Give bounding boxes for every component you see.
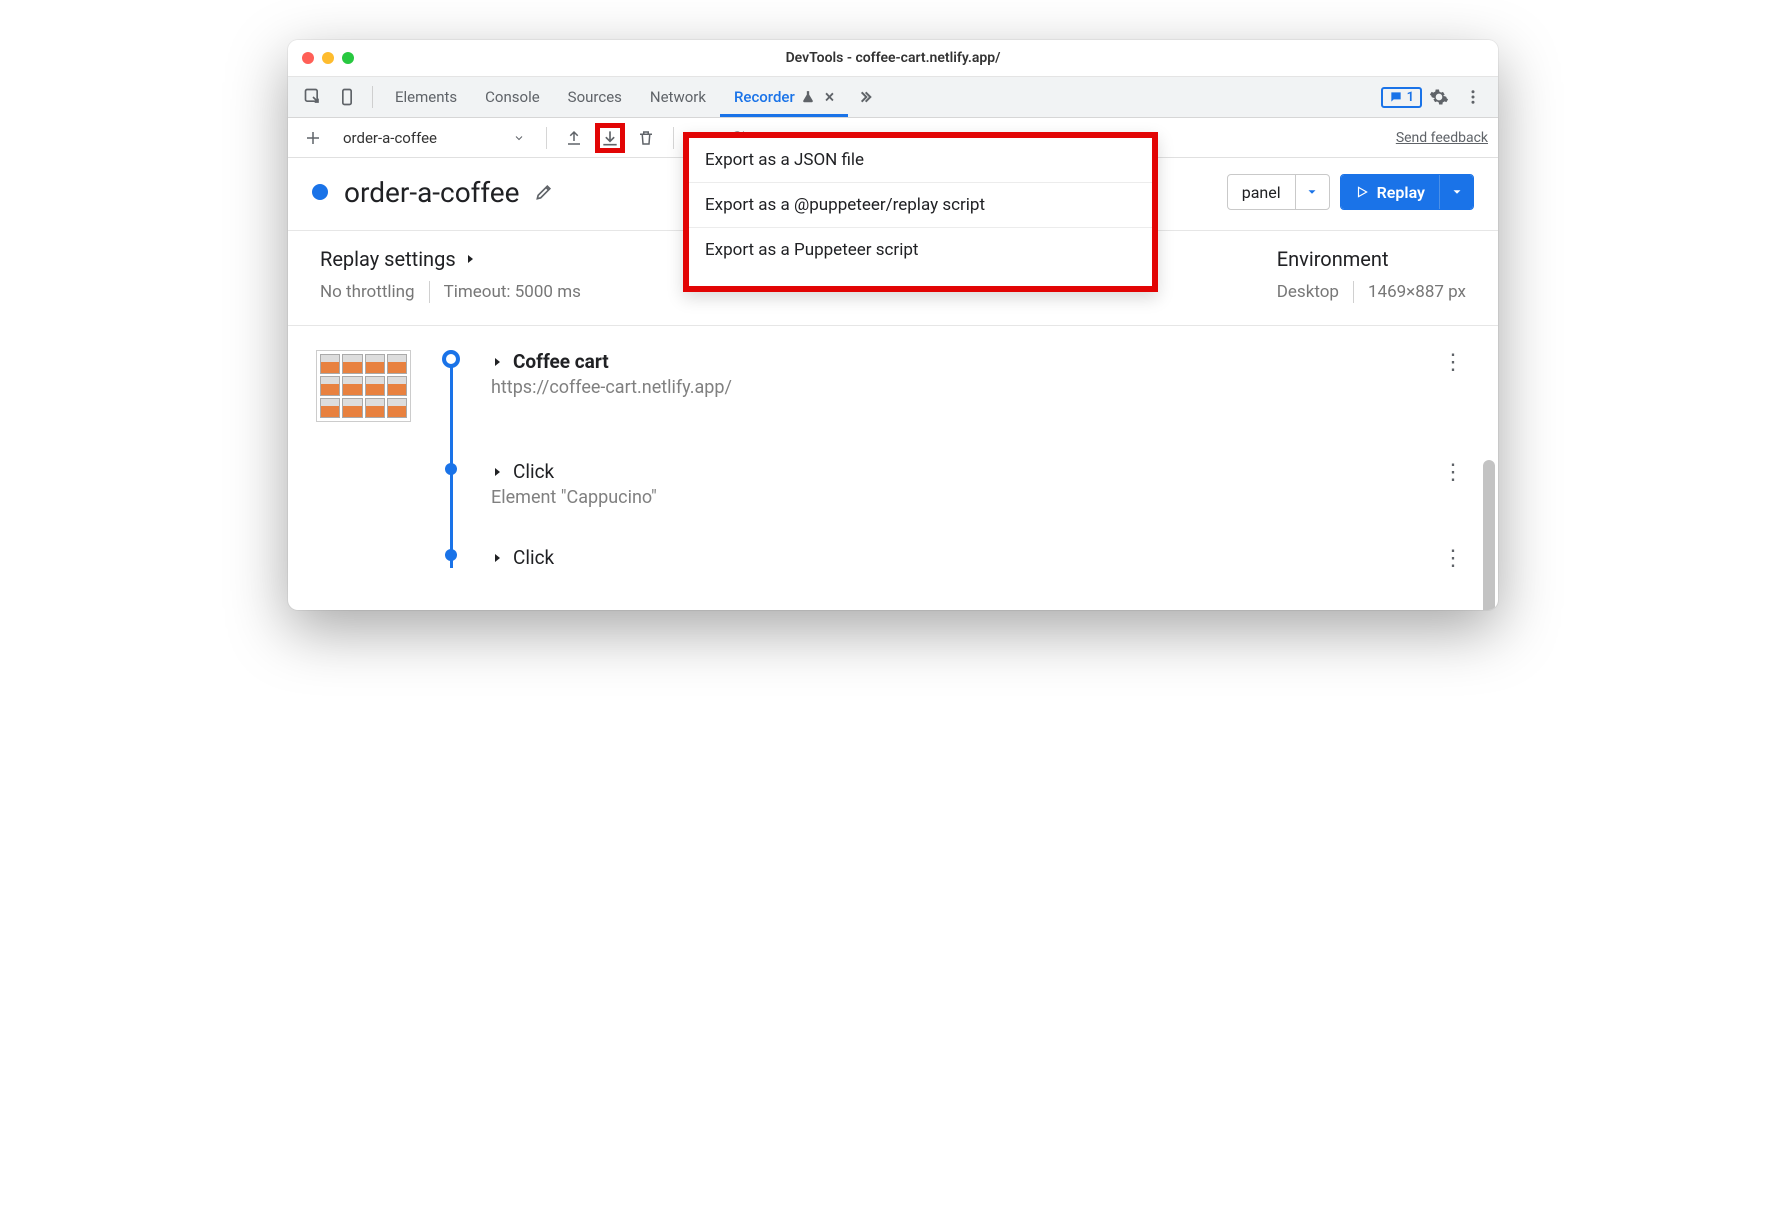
messages-badge[interactable]: 1 xyxy=(1381,87,1422,108)
timeline xyxy=(439,460,463,508)
step-row: Click Element "Cappucino" ⋮ xyxy=(316,460,1470,508)
timeline xyxy=(439,350,463,422)
step-title: Click xyxy=(513,460,554,483)
divider xyxy=(1353,281,1354,303)
chevron-right-icon xyxy=(464,253,476,265)
messages-count: 1 xyxy=(1407,90,1414,105)
step-subtitle: https://coffee-cart.netlify.app/ xyxy=(491,377,1408,398)
add-icon[interactable] xyxy=(298,123,328,153)
step-title-row[interactable]: Coffee cart xyxy=(491,350,1408,373)
tab-elements[interactable]: Elements xyxy=(381,77,471,117)
window-title: DevTools - coffee-cart.netlify.app/ xyxy=(288,50,1498,66)
device-value: Desktop xyxy=(1277,282,1339,302)
step-title: Click xyxy=(513,546,554,569)
replay-settings-heading[interactable]: Replay settings xyxy=(320,247,581,271)
tab-label: Recorder xyxy=(734,88,795,106)
more-tabs-icon[interactable] xyxy=(848,80,882,114)
steps-list: Coffee cart https://coffee-cart.netlify.… xyxy=(288,326,1498,610)
tab-label: Network xyxy=(650,88,706,106)
devtools-tabbar: Elements Console Sources Network Recorde… xyxy=(288,76,1498,118)
tab-label: Sources xyxy=(568,88,622,106)
step-subtitle: Element "Cappucino" xyxy=(491,487,1408,508)
replay-settings-label: Replay settings xyxy=(320,247,456,271)
import-icon[interactable] xyxy=(595,123,625,153)
chevron-right-icon xyxy=(491,552,503,564)
send-feedback-link[interactable]: Send feedback xyxy=(1396,130,1488,146)
flask-icon xyxy=(801,90,815,104)
play-icon xyxy=(1355,185,1369,199)
timeline-node-icon xyxy=(445,463,457,475)
devtools-window: DevTools - coffee-cart.netlify.app/ Elem… xyxy=(288,40,1498,610)
tab-network[interactable]: Network xyxy=(636,77,720,117)
step-title-row[interactable]: Click xyxy=(491,546,1408,569)
export-puppeteer-item[interactable]: Export as a Puppeteer script xyxy=(689,228,1152,286)
message-icon xyxy=(1389,90,1403,104)
export-puppeteer-replay-item[interactable]: Export as a @puppeteer/replay script xyxy=(689,183,1152,228)
chevron-right-icon xyxy=(491,356,503,368)
inspect-icon[interactable] xyxy=(296,80,330,114)
tab-sources[interactable]: Sources xyxy=(554,77,636,117)
recording-header: order-a-coffee panel Replay xyxy=(288,158,1498,231)
scrollbar[interactable] xyxy=(1483,460,1495,610)
step-row: Coffee cart https://coffee-cart.netlify.… xyxy=(316,350,1470,422)
replay-button-label: Replay xyxy=(1377,183,1425,202)
replay-split-button[interactable]: Replay xyxy=(1340,174,1474,210)
step-kebab-icon[interactable]: ⋮ xyxy=(1436,460,1470,485)
chevron-down-icon xyxy=(513,132,525,144)
divider xyxy=(372,86,373,108)
titlebar: DevTools - coffee-cart.netlify.app/ xyxy=(288,40,1498,76)
environment-heading: Environment xyxy=(1277,247,1466,271)
chevron-down-icon[interactable] xyxy=(1439,175,1473,209)
timeline-node-icon xyxy=(445,549,457,561)
step-kebab-icon[interactable]: ⋮ xyxy=(1436,350,1470,375)
throttling-value: No throttling xyxy=(320,282,415,302)
tab-console[interactable]: Console xyxy=(471,77,554,117)
kebab-icon[interactable] xyxy=(1456,80,1490,114)
divider xyxy=(673,127,674,149)
timeline-node-icon xyxy=(442,350,460,368)
export-icon[interactable] xyxy=(559,123,589,153)
export-json-item[interactable]: Export as a JSON file xyxy=(689,138,1152,183)
record-indicator-icon xyxy=(312,184,328,200)
panel-button-label: panel xyxy=(1228,175,1295,209)
delete-icon[interactable] xyxy=(631,123,661,153)
edit-icon[interactable] xyxy=(534,182,554,202)
close-tab-icon[interactable]: × xyxy=(825,87,835,108)
step-thumbnail xyxy=(316,350,411,422)
divider xyxy=(429,281,430,303)
device-icon[interactable] xyxy=(330,80,364,114)
step-title-row[interactable]: Click xyxy=(491,460,1408,483)
tab-label: Elements xyxy=(395,88,457,106)
chevron-down-icon[interactable] xyxy=(1295,175,1329,209)
environment-label: Environment xyxy=(1277,247,1389,271)
settings-icon[interactable] xyxy=(1422,80,1456,114)
recording-title: order-a-coffee xyxy=(344,176,520,209)
step-kebab-icon[interactable]: ⋮ xyxy=(1436,546,1470,571)
timeline xyxy=(439,546,463,586)
dimensions-value: 1469×887 px xyxy=(1368,282,1466,302)
tab-label: Console xyxy=(485,88,540,106)
panel-split-button[interactable]: panel xyxy=(1227,174,1330,210)
divider xyxy=(546,127,547,149)
tab-recorder[interactable]: Recorder × xyxy=(720,77,848,117)
step-row: Click ⋮ xyxy=(316,546,1470,586)
recording-dropdown[interactable]: order-a-coffee xyxy=(334,124,534,152)
recording-name: order-a-coffee xyxy=(343,129,437,147)
step-title: Coffee cart xyxy=(513,350,609,373)
timeout-value: Timeout: 5000 ms xyxy=(444,282,581,302)
chevron-right-icon xyxy=(491,466,503,478)
export-menu: Export as a JSON file Export as a @puppe… xyxy=(683,132,1158,292)
